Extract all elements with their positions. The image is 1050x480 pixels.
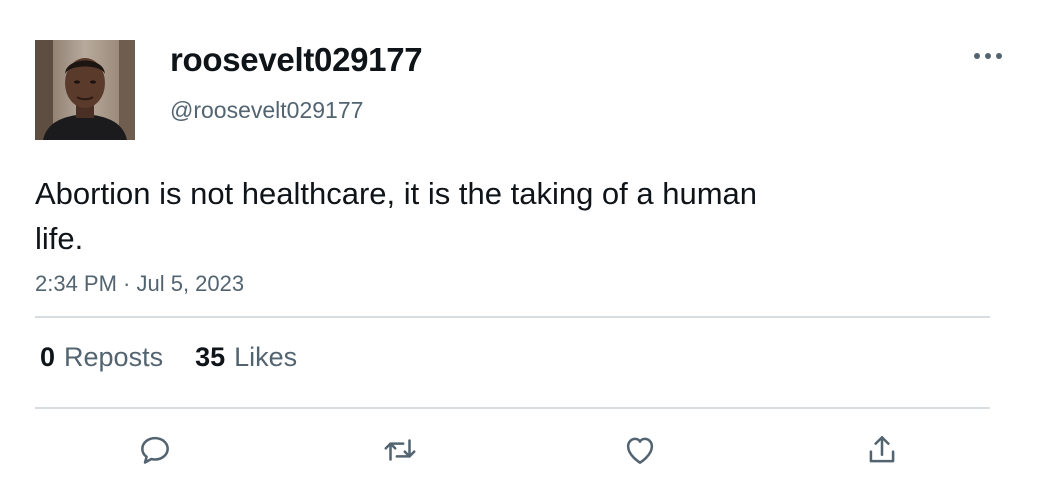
divider: [35, 407, 990, 409]
reply-button[interactable]: [133, 428, 177, 472]
engagement-stats: 0 Reposts 35 Likes: [40, 342, 297, 373]
likes-stat[interactable]: 35 Likes: [195, 342, 297, 373]
reposts-label: Reposts: [64, 342, 164, 372]
divider: [35, 316, 990, 318]
avatar[interactable]: [35, 40, 135, 140]
avatar-image: [35, 40, 135, 140]
display-name[interactable]: roosevelt029177: [170, 41, 423, 79]
action-bar: [0, 428, 1050, 472]
share-icon: [869, 436, 895, 463]
repost-icon: [384, 439, 416, 461]
more-horizontal-icon: [974, 53, 1002, 59]
likes-label: Likes: [234, 342, 298, 372]
heart-icon: [626, 437, 654, 464]
like-button[interactable]: [618, 428, 662, 472]
reposts-count: 0: [40, 342, 56, 372]
reply-icon: [141, 436, 169, 464]
reposts-stat[interactable]: 0 Reposts: [40, 342, 163, 373]
tweet-text: Abortion is not healthcare, it is the ta…: [35, 176, 758, 256]
tweet-timestamp[interactable]: 2:34 PM · Jul 5, 2023: [35, 271, 244, 297]
more-options-button[interactable]: [966, 44, 1010, 68]
share-button[interactable]: [860, 428, 904, 472]
tweet-card: roosevelt029177 @roosevelt029177 Abortio…: [0, 0, 1050, 480]
repost-button[interactable]: [378, 428, 422, 472]
likes-count: 35: [195, 342, 226, 372]
user-handle[interactable]: @roosevelt029177: [170, 97, 363, 124]
